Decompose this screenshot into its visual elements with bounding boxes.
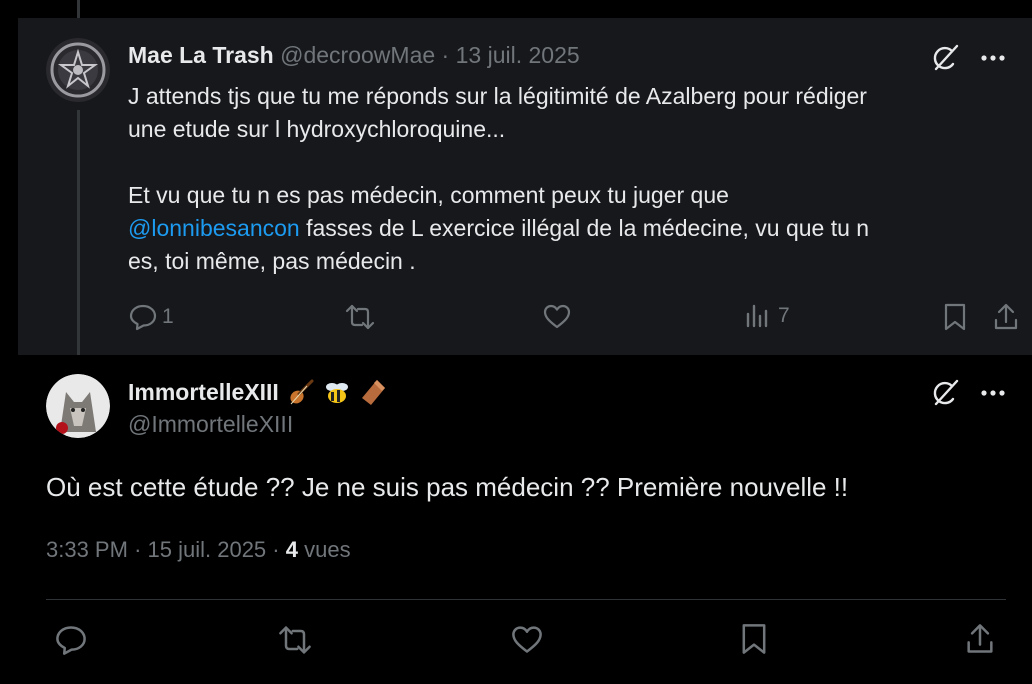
views-icon	[744, 302, 772, 330]
post-text: J attends tjs que tu me réponds sur la l…	[128, 80, 988, 278]
share-icon	[992, 302, 1020, 332]
repost-button[interactable]	[344, 302, 376, 332]
thread-line	[77, 0, 80, 18]
separator: ·	[441, 42, 450, 68]
bee-icon	[323, 378, 351, 406]
thread-connector	[77, 110, 80, 355]
views-label: vues	[304, 537, 351, 562]
post-text: Où est cette étude ?? Je ne suis pas méd…	[46, 472, 849, 502]
post-date[interactable]: 15 juil. 2025	[148, 537, 267, 562]
repost-icon	[344, 302, 376, 332]
action-bar: 1 7	[128, 302, 1018, 338]
repost-button[interactable]	[277, 623, 313, 657]
display-name[interactable]: Mae La Trash	[128, 42, 274, 68]
share-icon	[964, 622, 996, 656]
bookmark-icon	[942, 302, 968, 332]
separator: ·	[272, 537, 280, 562]
avatar[interactable]	[46, 38, 110, 102]
bookmark-button[interactable]	[739, 622, 769, 656]
post-text-line: J attends tjs que tu me réponds sur la l…	[128, 83, 867, 109]
divider	[46, 599, 1006, 600]
display-name-row: ImmortelleXIII	[128, 378, 387, 406]
avatar[interactable]	[46, 374, 110, 438]
reply-count: 1	[162, 305, 174, 328]
share-button[interactable]	[992, 302, 1020, 332]
bookmark-button[interactable]	[942, 302, 968, 332]
post-text-line: Et vu que tu n es pas médecin, comment p…	[128, 182, 729, 208]
views-count: 4	[285, 537, 298, 562]
post-time[interactable]: 3:33 PM	[46, 537, 128, 562]
reply-icon	[128, 302, 158, 332]
display-name[interactable]: ImmortelleXIII	[128, 379, 279, 406]
grok-icon[interactable]	[926, 42, 964, 74]
coffin-icon	[359, 378, 387, 406]
parent-post[interactable]: Mae La Trash @decroowMae · 13 juil. 2025…	[18, 18, 1032, 355]
grok-icon[interactable]	[926, 377, 964, 409]
separator: ·	[134, 537, 142, 562]
bookmark-icon	[739, 622, 769, 656]
more-icon[interactable]	[976, 44, 1010, 72]
post-text-line: es, toi même, pas médecin .	[128, 248, 416, 274]
post-text-line: @lonnibesancon fasses de L exercice illé…	[128, 212, 988, 245]
violin-icon	[287, 378, 315, 406]
post-date[interactable]: 13 juil. 2025	[456, 42, 580, 68]
more-icon[interactable]	[976, 379, 1010, 407]
handle[interactable]: @ImmortelleXIII	[128, 411, 293, 438]
heart-icon	[542, 302, 572, 330]
mention-link[interactable]: @lonnibesancon	[128, 215, 300, 241]
handle[interactable]: @decroowMae	[280, 42, 435, 68]
share-button[interactable]	[964, 622, 996, 656]
repost-icon	[277, 623, 313, 657]
views-count: 7	[778, 304, 790, 327]
reply-icon	[54, 623, 88, 657]
views-button[interactable]: 7	[744, 302, 790, 330]
post-meta: 3:33 PM · 15 juil. 2025 · 4 vues	[46, 537, 351, 563]
reply-button[interactable]: 1	[128, 302, 174, 332]
heart-icon	[510, 623, 544, 655]
reply-button[interactable]	[54, 623, 88, 657]
post-text-fragment: fasses de L exercice illégal de la médec…	[299, 215, 870, 241]
post-text-line: une etude sur l hydroxychloroquine...	[128, 116, 506, 142]
like-button[interactable]	[542, 302, 572, 330]
post-header: Mae La Trash @decroowMae · 13 juil. 2025	[128, 42, 580, 69]
like-button[interactable]	[510, 623, 544, 655]
